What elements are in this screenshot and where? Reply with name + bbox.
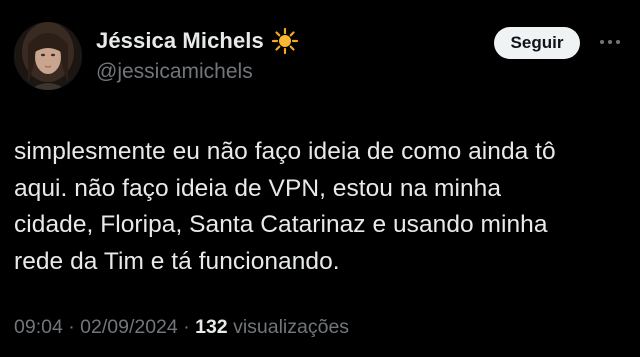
views-count: 132 <box>195 316 228 338</box>
follow-button[interactable]: Seguir <box>494 27 580 59</box>
meta-separator: · <box>68 316 75 338</box>
meta-separator: · <box>183 316 190 338</box>
tweet-time[interactable]: 09:04 <box>14 316 63 338</box>
display-name[interactable]: Jéssica Michels <box>96 28 264 54</box>
views-label: visualizações <box>233 316 350 338</box>
tweet-text-line: simplesmente eu não faço ideia de como a… <box>14 138 556 165</box>
handle[interactable]: @jessicamichels <box>96 59 299 84</box>
avatar[interactable] <box>14 22 82 90</box>
author-info: Jéssica Michels @jessicamichels <box>96 27 299 84</box>
tweet-text-line: cidade, Floripa, Santa Catarinaz e usand… <box>14 211 548 238</box>
tweet-meta: 09:04 · 02/09/2024 · 132 visualizações <box>14 316 349 339</box>
tweet-date[interactable]: 02/09/2024 <box>80 316 178 338</box>
display-name-row: Jéssica Michels <box>96 27 299 55</box>
sun-icon <box>271 27 299 55</box>
avatar-photo <box>14 22 82 90</box>
tweet-text-line: aqui. não faço ideia de VPN, estou na mi… <box>14 174 502 202</box>
more-dots-icon[interactable] <box>596 28 624 56</box>
tweet-text: simplesmente eu não faço ideia de como a… <box>14 134 624 280</box>
tweet-text-line: rede da Tim e tá funcionando. <box>14 247 340 275</box>
